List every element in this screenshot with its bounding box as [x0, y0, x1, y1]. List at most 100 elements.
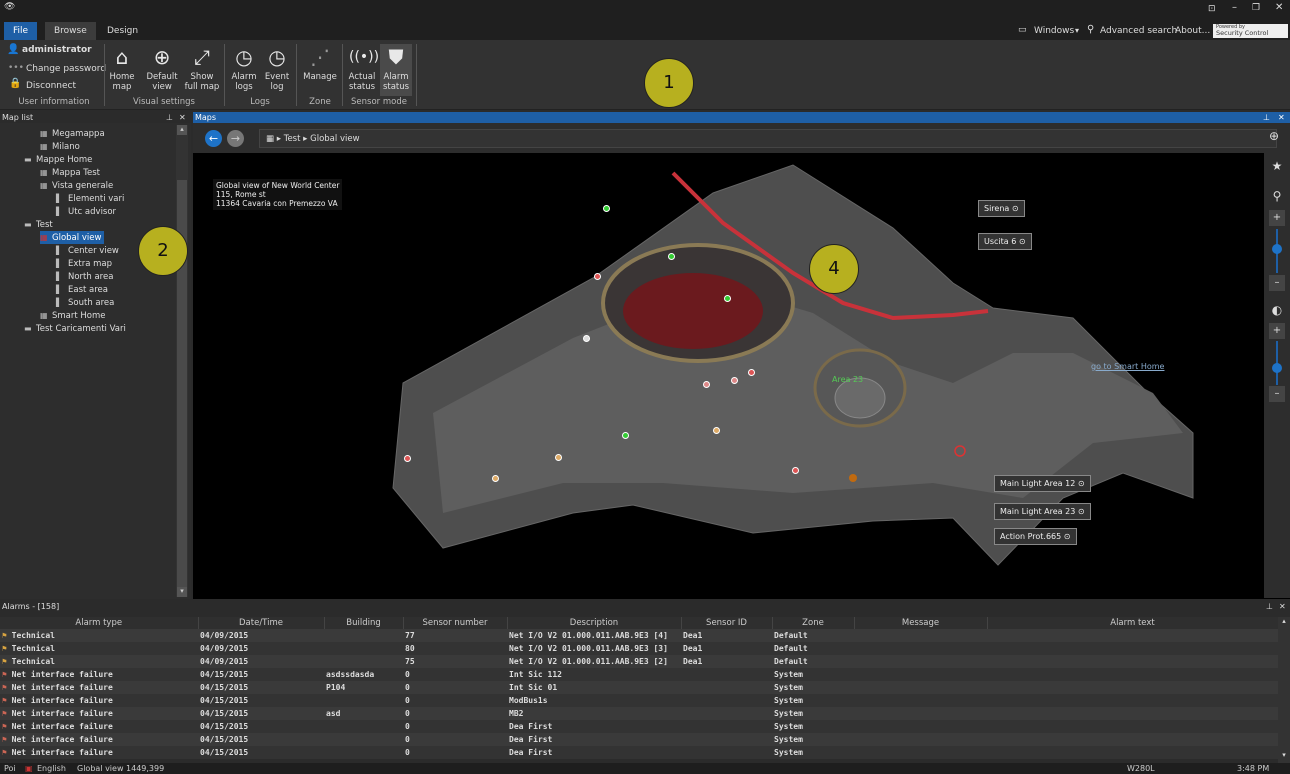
zone-manage-button[interactable]: ⋰ Manage	[300, 44, 340, 82]
column-header[interactable]: Sensor number	[403, 617, 508, 629]
zoom-out-button[interactable]: –	[1269, 275, 1285, 291]
table-row[interactable]: ⚑ Net interface failure 04/15/2015 0 ModBus…	[0, 694, 1278, 707]
tree-item[interactable]: ▦ Smart Home	[40, 309, 106, 322]
menu-browse[interactable]: Browse	[45, 22, 96, 40]
maximize-icon[interactable]: ❐	[1252, 3, 1260, 13]
close-icon[interactable]: ✕	[179, 112, 186, 123]
tree-item[interactable]: ▬ Mappe Home	[24, 153, 92, 166]
menu-design[interactable]: Design	[98, 22, 147, 40]
sensor-marker[interactable]	[792, 467, 799, 474]
sensor-marker[interactable]	[583, 335, 590, 342]
tree-item[interactable]: ▌ South area	[56, 296, 114, 309]
sensor-marker[interactable]	[703, 381, 710, 388]
sensor-marker[interactable]	[731, 377, 738, 384]
zoom-in-button[interactable]: +	[1269, 210, 1285, 226]
minimize-icon[interactable]: –	[1232, 2, 1237, 13]
main-light-12-tag[interactable]: Main Light Area 12 ⊙	[994, 475, 1091, 492]
home-map-button[interactable]: ⌂ Home map	[106, 44, 138, 92]
pin-icon[interactable]: ⊥	[1263, 112, 1270, 123]
language-label[interactable]: English	[37, 763, 66, 774]
tree-item[interactable]: ▌ Utc advisor	[56, 205, 116, 218]
table-row[interactable]: ⚑ Net interface failure 04/15/2015 P104 0 In…	[0, 681, 1278, 694]
tree-item[interactable]: ▦ Mappa Test	[40, 166, 100, 179]
column-header[interactable]: Date/Time	[198, 617, 325, 629]
zoom-slider-handle[interactable]	[1272, 244, 1282, 254]
smart-home-link[interactable]: go to Smart Home	[1091, 362, 1164, 371]
sensor-marker[interactable]	[713, 427, 720, 434]
map-canvas[interactable]: Global view of New World Center 115, Rom…	[193, 153, 1264, 598]
default-view-button[interactable]: ⊕ Default view	[142, 44, 182, 92]
scroll-up-icon[interactable]: ▴	[1278, 617, 1290, 625]
tree-item[interactable]: ▬ Test Caricamenti Vari	[24, 322, 126, 335]
scroll-down-icon[interactable]: ▾	[1278, 751, 1290, 759]
scroll-down-icon[interactable]: ▾	[177, 587, 187, 597]
search-icon[interactable]: ⚲	[1264, 189, 1290, 203]
column-header[interactable]: Message	[854, 617, 988, 629]
tree-item[interactable]: ▦ Milano	[40, 140, 80, 153]
table-row[interactable]: ⚑ Net interface failure 04/15/2015 0 Dea Fi…	[0, 733, 1278, 746]
column-header[interactable]: Sensor ID	[681, 617, 773, 629]
menu-file[interactable]: File	[4, 22, 38, 40]
area-label[interactable]: Area 23	[832, 375, 863, 384]
alarms-scrollbar[interactable]: ▴ ▾	[1278, 617, 1290, 763]
column-header[interactable]: Alarm text	[987, 617, 1279, 629]
advanced-search-link[interactable]: Advanced search	[1100, 26, 1177, 36]
windows-menu[interactable]: Windows	[1034, 26, 1074, 36]
disconnect-button[interactable]: Disconnect	[26, 81, 76, 91]
pin-icon[interactable]: ⊥	[166, 112, 173, 123]
tree-item[interactable]: ▦ Global view	[40, 231, 105, 244]
scroll-up-icon[interactable]: ▴	[177, 125, 187, 135]
breadcrumb-item[interactable]: Global view	[310, 134, 359, 144]
contrast-minus-button[interactable]: –	[1269, 386, 1285, 402]
change-password-button[interactable]: Change password	[26, 64, 106, 74]
column-header[interactable]: Alarm type	[0, 617, 199, 629]
tree-item[interactable]: ▦ Megamappa	[40, 127, 105, 140]
actual-status-button[interactable]: ((•)) Actual status	[346, 44, 379, 92]
about-link[interactable]: About...	[1175, 26, 1210, 36]
table-row[interactable]: ⚑ Technical 04/09/2015 80 Net I/O V2 01.000…	[0, 642, 1278, 655]
forward-icon[interactable]: →	[227, 130, 244, 147]
sensor-marker[interactable]	[492, 475, 499, 482]
table-row[interactable]: ⚑ Net interface failure 04/15/2015 asd 0 MB2…	[0, 707, 1278, 720]
tree-item[interactable]: ▌ North area	[56, 270, 113, 283]
star-icon[interactable]: ★	[1264, 159, 1290, 173]
tree-item[interactable]: ▬ Test	[24, 218, 53, 231]
tree-item[interactable]: ▌ East area	[56, 283, 108, 296]
back-icon[interactable]: ←	[205, 130, 222, 147]
table-row[interactable]: ⚑ Net interface failure 04/15/2015 0 Dea Fi…	[0, 720, 1278, 733]
tree-scrollbar[interactable]: ▴ ▾	[176, 125, 188, 597]
sensor-marker[interactable]	[748, 369, 755, 376]
table-row[interactable]: ⚑ Technical 04/09/2015 75 Net I/O V2 01.000…	[0, 655, 1278, 668]
show-full-map-button[interactable]: ⤢ Show full map	[184, 44, 220, 92]
column-header[interactable]: Building	[324, 617, 404, 629]
table-row[interactable]: ⚑ Net interface failure 04/15/2015 asdssda…	[0, 668, 1278, 681]
sensor-marker[interactable]	[555, 454, 562, 461]
contrast-slider-handle[interactable]	[1272, 363, 1282, 373]
map-info-icon[interactable]: ⊕	[1269, 129, 1279, 143]
close-icon[interactable]: ✕	[1278, 112, 1285, 123]
table-row[interactable]: ⚑ Technical 04/09/2015 77 Net I/O V2 01.000…	[0, 629, 1278, 642]
close-icon[interactable]: ✕	[1275, 2, 1283, 13]
uscita-tag[interactable]: Uscita 6 ⊙	[978, 233, 1032, 250]
restore-icon[interactable]: ⊡	[1208, 4, 1216, 14]
contrast-plus-button[interactable]: +	[1269, 323, 1285, 339]
tree-item[interactable]: ▌ Extra map	[56, 257, 112, 270]
sensor-marker[interactable]	[668, 253, 675, 260]
alarm-status-button[interactable]: ⛊ Alarm status	[380, 44, 412, 96]
sensor-marker[interactable]	[404, 455, 411, 462]
action-tag[interactable]: Action Prot.665 ⊙	[994, 528, 1077, 545]
sensor-marker[interactable]	[594, 273, 601, 280]
column-header[interactable]: Description	[507, 617, 682, 629]
tree-item[interactable]: ▌ Center view	[56, 244, 119, 257]
table-row[interactable]: ⚑ Net interface failure 04/15/2015 0 Dea Fi…	[0, 746, 1278, 759]
pin-icon[interactable]: ⊥	[1266, 600, 1273, 614]
sensor-marker[interactable]	[603, 205, 610, 212]
close-icon[interactable]: ✕	[1279, 600, 1286, 614]
breadcrumb-item[interactable]: Test	[284, 134, 301, 144]
column-header[interactable]: Zone	[772, 617, 855, 629]
event-log-button[interactable]: ◷ Event log	[262, 44, 292, 92]
sirena-tag[interactable]: Sirena ⊙	[978, 200, 1025, 217]
tree-item[interactable]: ▦ Vista generale	[40, 179, 113, 192]
tree-item[interactable]: ▌ Elementi vari	[56, 192, 124, 205]
sensor-marker[interactable]	[622, 432, 629, 439]
